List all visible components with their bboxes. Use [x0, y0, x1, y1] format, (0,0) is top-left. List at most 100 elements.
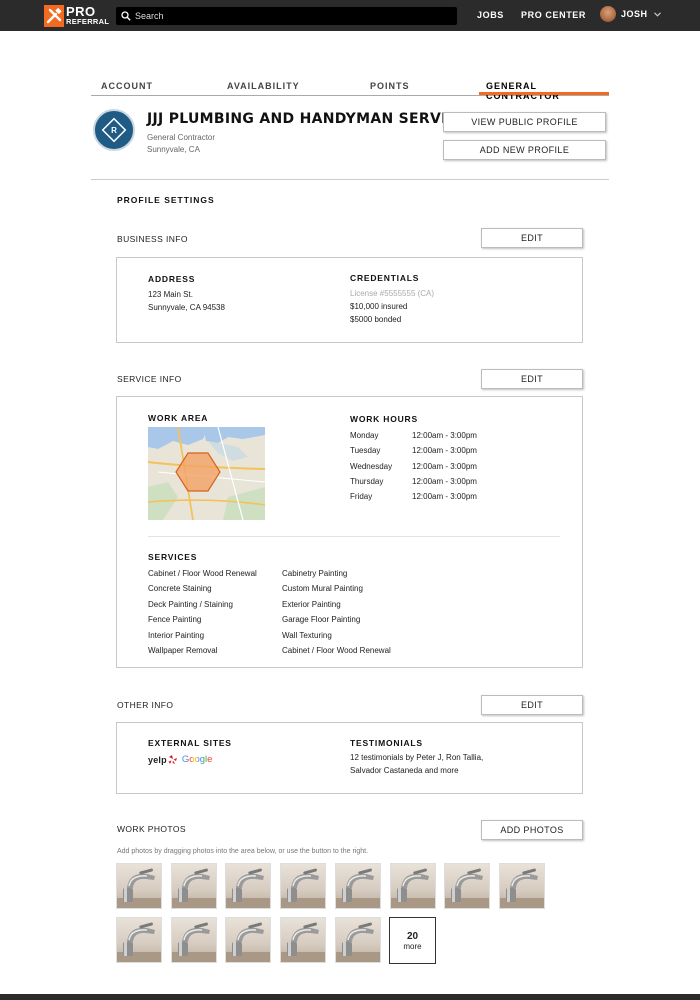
- testimonials-heading: TESTIMONIALS: [350, 738, 423, 748]
- nav-jobs-link[interactable]: JOBS: [477, 10, 504, 20]
- edit-service-info-button[interactable]: EDIT: [481, 369, 583, 389]
- service-item: Wallpaper Removal: [148, 646, 218, 655]
- work-photo-thumbnail[interactable]: [444, 863, 490, 909]
- work-hours-heading: WORK HOURS: [350, 414, 418, 424]
- user-name: JOSH: [621, 9, 648, 19]
- divider: [148, 536, 560, 537]
- service-item: Wall Texturing: [282, 631, 332, 640]
- business-role: General Contractor: [147, 133, 216, 142]
- tab-availability[interactable]: AVAILABILITY: [227, 81, 300, 91]
- testimonials-summary-line1: 12 testimonials by Peter J, Ron Tallia,: [350, 753, 484, 762]
- service-item: Cabinet / Floor Wood Renewal: [148, 569, 257, 578]
- service-info-card: WORK AREA WORK HOURS Monday 12:00am - 3:…: [116, 396, 583, 668]
- logo-text-pro: PRO: [66, 3, 96, 19]
- active-tab-indicator: [479, 92, 609, 95]
- business-logo: R: [93, 109, 135, 151]
- more-photos-label: more: [403, 941, 422, 951]
- divider: [91, 179, 609, 180]
- work-photo-thumbnail[interactable]: [171, 863, 217, 909]
- testimonials-summary-line2: Salvador Castaneda and more: [350, 766, 459, 775]
- address-heading: ADDRESS: [148, 274, 196, 284]
- work-hours-time: 12:00am - 3:00pm: [412, 446, 477, 455]
- services-heading: SERVICES: [148, 552, 198, 562]
- top-nav-bar: PRO REFERRAL JOBS PRO CENTER JOSH: [0, 0, 700, 31]
- service-item: Interior Painting: [148, 631, 205, 640]
- bonded-amount: $5000 bonded: [350, 315, 402, 324]
- work-photo-thumbnail[interactable]: [335, 863, 381, 909]
- work-photo-thumbnail[interactable]: [171, 917, 217, 963]
- service-item: Exterior Painting: [282, 600, 341, 609]
- add-photos-button[interactable]: ADD PHOTOS: [481, 820, 583, 840]
- address-line2: Sunnyvale, CA 94538: [148, 303, 225, 312]
- other-info-card: EXTERNAL SITES yelp Google TESTIMONIALS …: [116, 722, 583, 794]
- business-name: JJJ PLUMBING AND HANDYMAN SERVICES: [147, 111, 478, 127]
- tools-icon: [44, 4, 64, 27]
- profile-settings-heading: PROFILE SETTINGS: [117, 195, 215, 205]
- svg-text:R: R: [111, 126, 117, 135]
- work-photo-thumbnail[interactable]: [225, 917, 271, 963]
- address-line1: 123 Main St.: [148, 290, 193, 299]
- service-item: Fence Painting: [148, 615, 202, 624]
- google-logo[interactable]: Google: [182, 754, 213, 765]
- search-icon: [121, 11, 131, 21]
- work-photo-thumbnail[interactable]: [390, 863, 436, 909]
- nav-pro-center-link[interactable]: PRO CENTER: [521, 10, 586, 20]
- more-photos-tile[interactable]: 20 more: [389, 917, 436, 964]
- tab-points[interactable]: POINTS: [370, 81, 410, 91]
- business-info-card: ADDRESS 123 Main St. Sunnyvale, CA 94538…: [116, 257, 583, 343]
- business-info-label: BUSINESS INFO: [117, 234, 188, 244]
- work-photo-thumbnail[interactable]: [280, 917, 326, 963]
- license-number: License #5555555 (CA): [350, 289, 435, 298]
- business-location: Sunnyvale, CA: [147, 145, 200, 154]
- work-hours-time: 12:00am - 3:00pm: [412, 431, 477, 440]
- other-info-label: OTHER INFO: [117, 700, 174, 710]
- work-area-map[interactable]: [148, 427, 265, 520]
- footer-bar: [0, 994, 700, 1000]
- work-photo-thumbnail[interactable]: [116, 863, 162, 909]
- service-info-label: SERVICE INFO: [117, 374, 182, 384]
- add-new-profile-button[interactable]: ADD NEW PROFILE: [443, 140, 606, 160]
- service-item: Custom Mural Painting: [282, 584, 363, 593]
- external-sites-logos: yelp Google: [148, 754, 212, 765]
- work-hours-time: 12:00am - 3:00pm: [412, 462, 477, 471]
- work-area-heading: WORK AREA: [148, 413, 209, 423]
- chevron-down-icon: [653, 11, 661, 17]
- tab-account[interactable]: ACCOUNT: [101, 81, 153, 91]
- pro-referral-logo[interactable]: PRO REFERRAL: [44, 4, 109, 27]
- photos-upload-hint: Add photos by dragging photos into the a…: [117, 848, 369, 855]
- edit-other-info-button[interactable]: EDIT: [481, 695, 583, 715]
- work-photo-thumbnail[interactable]: [116, 917, 162, 963]
- view-public-profile-button[interactable]: VIEW PUBLIC PROFILE: [443, 112, 606, 132]
- search-bar[interactable]: [116, 7, 457, 25]
- user-menu[interactable]: JOSH: [600, 6, 661, 22]
- work-photo-thumbnail[interactable]: [280, 863, 326, 909]
- avatar: [600, 6, 616, 22]
- credentials-heading: CREDENTIALS: [350, 273, 420, 283]
- yelp-burst-icon: [168, 754, 177, 764]
- work-hours-day: Tuesday: [350, 446, 381, 455]
- more-photos-count: 20: [406, 930, 419, 942]
- insured-amount: $10,000 insured: [350, 302, 408, 311]
- work-photo-thumbnail[interactable]: [499, 863, 545, 909]
- tab-general-contractor[interactable]: GENERAL CONTRACTOR: [486, 81, 609, 101]
- work-photo-thumbnail[interactable]: [225, 863, 271, 909]
- service-item: Garage Floor Painting: [282, 615, 361, 624]
- work-photos-label: WORK PHOTOS: [117, 824, 186, 834]
- work-hours-time: 12:00am - 3:00pm: [412, 477, 477, 486]
- work-hours-day: Monday: [350, 431, 379, 440]
- search-input[interactable]: [135, 11, 435, 21]
- external-sites-heading: EXTERNAL SITES: [148, 738, 232, 748]
- logo-text-referral: REFERRAL: [66, 16, 110, 26]
- work-hours-day: Wednesday: [350, 462, 393, 471]
- service-item: Concrete Staining: [148, 584, 212, 593]
- yelp-logo[interactable]: yelp: [148, 755, 167, 765]
- service-item: Deck Painting / Staining: [148, 600, 233, 609]
- edit-business-info-button[interactable]: EDIT: [481, 228, 583, 248]
- service-item: Cabinet / Floor Wood Renewal: [282, 646, 391, 655]
- work-hours-day: Thursday: [350, 477, 384, 486]
- work-hours-time: 12:00am - 3:00pm: [412, 492, 477, 501]
- profile-tabs: ACCOUNT AVAILABILITY POINTS GENERAL CONT…: [91, 78, 609, 101]
- service-item: Cabinetry Painting: [282, 569, 348, 578]
- work-hours-day: Friday: [350, 492, 373, 501]
- work-photo-thumbnail[interactable]: [335, 917, 381, 963]
